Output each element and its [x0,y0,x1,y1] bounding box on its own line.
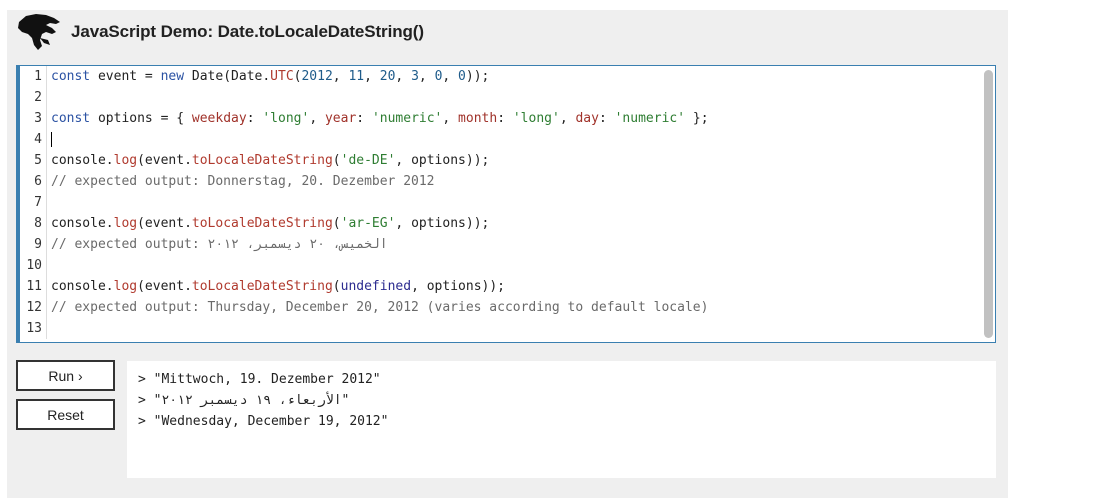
code-token: , [442,111,459,126]
code-token: log [113,216,138,231]
line-number: 3 [20,108,47,129]
line-number: 10 [20,255,47,276]
code-token: 20 [379,69,396,84]
code-token: : [356,111,372,126]
code-token: new [160,69,185,84]
output-console: > "Mittwoch, 19. Dezember 2012" > "الأرب… [127,361,996,478]
code-token: 2012 [301,69,333,84]
code-token: const [51,69,91,84]
code-token: , options)); [411,279,505,294]
code-token: event = [90,69,161,84]
code-token: , options)); [395,153,490,168]
code-token: options = { [90,111,192,126]
code-comment: // expected output: Donnerstag, 20. Deze… [51,174,435,189]
code-token: , [309,111,325,126]
run-button[interactable]: Run › [16,360,115,391]
code-area[interactable]: 1 const event = new Date(Date.UTC(2012, … [20,66,981,339]
code-token: : [598,111,615,126]
code-line[interactable]: 1 const event = new Date(Date.UTC(2012, … [20,66,981,87]
code-token: 'long' [262,111,310,126]
code-token: 3 [411,69,419,84]
code-token: 0 [458,69,466,84]
code-token: const [51,111,91,126]
code-line[interactable]: 6 // expected output: Donnerstag, 20. Dez… [20,171,981,192]
code-token: 'ar-EG' [340,216,396,231]
editor-scrollbar[interactable] [984,70,993,338]
code-comment: // expected output: Thursday, December 2… [51,300,709,315]
code-token: , options)); [395,216,490,231]
code-token: 11 [348,69,365,84]
code-token: log [113,279,138,294]
code-token: toLocaleDateString [191,153,333,168]
line-number: 9 [20,234,47,255]
code-token: ( [332,216,341,231]
code-editor[interactable]: 1 const event = new Date(Date.UTC(2012, … [16,65,996,343]
code-token: 'long' [512,111,560,126]
code-line[interactable]: 2 [20,87,981,108]
line-number: 7 [20,192,47,213]
code-token: weekday [191,111,247,126]
code-token: : [246,111,263,126]
code-token: , [395,69,412,84]
code-token: , [364,69,380,84]
code-token: (event. [137,216,192,231]
line-number: 5 [20,150,47,171]
code-comment: // expected output: الخميس، ٢٠ ديسمبر، ٢… [51,237,388,252]
code-token: (event. [137,279,192,294]
line-number: 6 [20,171,47,192]
code-line[interactable]: 10 [20,255,981,276]
code-token: log [113,153,138,168]
code-line[interactable]: 12 // expected output: Thursday, December… [20,297,981,318]
reset-button[interactable]: Reset [16,399,115,430]
code-token: (event. [137,153,192,168]
line-number: 11 [20,276,47,297]
code-token: console. [51,279,114,294]
code-line[interactable]: 9 // expected output: الخميس، ٢٠ ديسمبر، … [20,234,981,255]
dinosaur-logo-icon [18,14,60,50]
code-token: undefined [340,279,412,294]
code-token: UTC [270,69,294,84]
output-line: > "الأربعاء، ١٩ ديسمبر ٢٠١٢" [138,393,350,408]
code-token: console. [51,153,114,168]
code-token: , [559,111,576,126]
code-token: toLocaleDateString [191,279,333,294]
code-token: ( [332,153,341,168]
code-line[interactable]: 3 const options = { weekday: 'long', yea… [20,108,981,129]
code-token: , [442,69,459,84]
code-line[interactable]: 13 [20,318,981,339]
code-line[interactable]: 7 [20,192,981,213]
code-token: year [324,111,357,126]
line-number: 8 [20,213,47,234]
code-token: , [418,69,435,84]
code-token: }; [685,111,709,126]
code-token: ( [332,279,341,294]
line-number: 4 [20,129,47,150]
code-token: : [497,111,513,126]
line-number: 13 [20,318,47,339]
code-token: 'numeric' [614,111,686,126]
code-line[interactable]: 11 console.log(event.toLocaleDateString(… [20,276,981,297]
text-cursor [51,132,52,147]
line-number: 2 [20,87,47,108]
line-number: 1 [20,66,47,87]
code-token: toLocaleDateString [191,216,333,231]
code-line[interactable]: 8 console.log(event.toLocaleDateString('… [20,213,981,234]
line-number: 12 [20,297,47,318]
code-token: day [575,111,599,126]
code-token: console. [51,216,114,231]
code-token: , [332,69,349,84]
page-title: JavaScript Demo: Date.toLocaleDateString… [71,22,424,41]
code-token: 'numeric' [371,111,443,126]
code-line[interactable]: 4 [20,129,981,150]
code-token: 'de-DE' [340,153,396,168]
code-token: Date(Date. [184,69,271,84]
output-line: > "Mittwoch, 19. Dezember 2012" [138,372,381,387]
header: JavaScript Demo: Date.toLocaleDateString… [16,10,424,54]
output-line: > "Wednesday, December 19, 2012" [138,414,389,429]
code-token: )); [465,69,490,84]
code-token: month [458,111,498,126]
code-line[interactable]: 5 console.log(event.toLocaleDateString('… [20,150,981,171]
